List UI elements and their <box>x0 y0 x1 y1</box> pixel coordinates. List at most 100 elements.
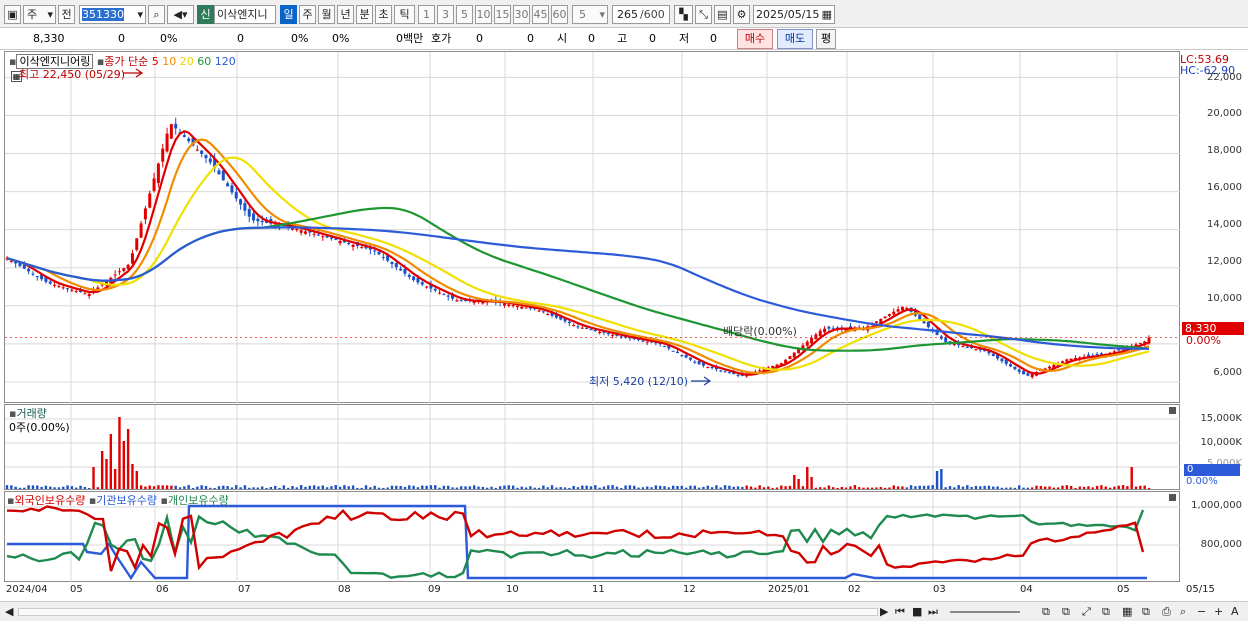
x-tick: 10 <box>506 584 519 595</box>
tool-icon[interactable]: ⤢ <box>1082 605 1091 619</box>
volume-bar <box>442 485 446 489</box>
draw-line-icon[interactable]: ⤡ <box>695 5 712 24</box>
window-menu-icon[interactable]: ▣ <box>4 5 21 24</box>
period-daily-tab[interactable]: 일 <box>280 5 297 24</box>
y-tick: 20,000 <box>1207 108 1242 119</box>
volume-bar <box>321 485 324 489</box>
scroll-right-icon[interactable]: ▶ <box>880 605 888 618</box>
interval-60-button[interactable]: 60 <box>551 5 568 24</box>
next-page-icon[interactable]: ⏭ <box>928 605 938 619</box>
font-size-icon[interactable]: A <box>1231 605 1239 618</box>
candle-body <box>312 233 316 235</box>
calendar-icon[interactable]: ▦ <box>822 6 832 23</box>
period-monthly-tab[interactable]: 월 <box>318 5 335 24</box>
price-chart-panel[interactable]: ▪ 이삭엔지니어링 ▪종가 단순 5 10 20 60 120 ▦ 최고 22,4… <box>4 51 1181 404</box>
count-input[interactable]: 265 <box>612 5 640 24</box>
legend-foreign[interactable]: 외국인보유수량 <box>14 494 85 507</box>
volume-bar <box>940 469 943 489</box>
candle-body <box>991 353 995 356</box>
layout2-icon[interactable]: ⧉ <box>1062 605 1070 619</box>
interval-10-button[interactable]: 10 <box>475 5 492 24</box>
zoom-in-icon[interactable]: + <box>1214 605 1223 618</box>
candle-body <box>1009 364 1013 367</box>
stock-type-select[interactable]: 주 ▾ <box>23 5 56 24</box>
volume-bar <box>330 486 333 489</box>
volume-bar <box>723 485 727 489</box>
interval-3-button[interactable]: 3 <box>437 5 454 24</box>
copy-icon[interactable]: ⧉ <box>1102 605 1110 619</box>
prev-button[interactable]: 전 <box>58 5 75 24</box>
horizontal-scrollbar[interactable] <box>18 608 878 616</box>
volume-bar <box>70 486 74 489</box>
period-second-tab[interactable]: 초 <box>375 5 392 24</box>
holdings-panel[interactable]: ▪외국인보유수량 ▪기관보유수량 ▪개인보유수량 <box>4 491 1181 583</box>
volume-bar <box>771 487 774 489</box>
gear-icon[interactable]: ⚙ <box>733 5 750 24</box>
price-chart[interactable] <box>5 52 1181 404</box>
speaker-icon[interactable]: ◀▾ <box>167 5 194 24</box>
stock-code-input[interactable]: 351330 ▾ <box>79 5 146 24</box>
zoom-search-icon[interactable]: ⌕ <box>1180 605 1186 619</box>
volume-bar <box>970 487 973 489</box>
volume-bar <box>1121 485 1125 489</box>
period-tick-tab[interactable]: 틱 <box>394 5 415 24</box>
grid-icon[interactable]: ▦ <box>1122 605 1132 618</box>
interval-30-button[interactable]: 30 <box>513 5 530 24</box>
volume-bar <box>503 485 506 489</box>
candle-body <box>723 371 727 373</box>
zoom-out-icon[interactable]: − <box>1197 605 1206 618</box>
print-icon[interactable]: ⎙ <box>1162 605 1171 619</box>
hold-tick: 800,000 <box>1200 539 1242 550</box>
candle-body <box>169 124 173 139</box>
buy-button[interactable]: 매수 <box>737 29 773 49</box>
save-icon[interactable]: ▤ <box>714 5 731 24</box>
volume-bar <box>931 485 934 489</box>
x-tick: 06 <box>156 584 169 595</box>
scroll-left-icon[interactable]: ◀ <box>5 605 13 618</box>
volume-bar <box>269 486 273 489</box>
legend-institution[interactable]: 기관보유수량 <box>96 494 157 507</box>
volume-chart[interactable] <box>5 405 1181 491</box>
volume-bar <box>840 486 844 489</box>
interval-1-button[interactable]: 1 <box>418 5 435 24</box>
legend-individual[interactable]: 개인보유수량 <box>168 494 229 507</box>
volume-bar <box>109 434 113 489</box>
panel-close-icon[interactable] <box>1169 407 1176 414</box>
volume-bar <box>810 477 813 489</box>
first-page-icon[interactable]: ⏮ <box>895 605 905 619</box>
volume-panel[interactable]: ▪거래량 0주(0.00%) <box>4 404 1181 491</box>
interval-15-button[interactable]: 15 <box>494 5 511 24</box>
sell-button[interactable]: 매도 <box>777 29 813 49</box>
interval-select[interactable]: 5 ▾ <box>572 5 608 24</box>
eval-button[interactable]: 평 <box>816 29 836 49</box>
crosshair-icon[interactable]: ▚ <box>674 5 693 24</box>
interval-5-button[interactable]: 5 <box>456 5 473 24</box>
volume-bar <box>209 487 212 489</box>
interval-45-button[interactable]: 45 <box>532 5 549 24</box>
candle-body <box>688 357 692 360</box>
date-input[interactable]: 2025/05/15 ▦ <box>753 5 835 24</box>
volume-bar <box>338 486 342 489</box>
volume-bar <box>139 485 143 489</box>
zoom-slider[interactable] <box>950 611 1020 613</box>
volume-bar <box>957 485 960 489</box>
period-weekly-tab[interactable]: 주 <box>299 5 316 24</box>
candle-body <box>226 183 230 187</box>
volume-bar <box>849 486 852 489</box>
window-icon[interactable]: ⧉ <box>1142 605 1150 619</box>
stock-name-field[interactable]: 이삭엔지니 <box>214 5 276 24</box>
period-minute-tab[interactable]: 분 <box>356 5 373 24</box>
period-yearly-tab[interactable]: 년 <box>337 5 354 24</box>
x-tick: 04 <box>1020 584 1033 595</box>
volume-bar <box>1113 486 1116 489</box>
volume-bar <box>901 486 904 489</box>
panel-close-icon[interactable] <box>1169 494 1176 501</box>
search-icon[interactable]: ⌕ <box>148 5 165 24</box>
candle-body <box>810 337 814 344</box>
layout-icon[interactable]: ⧉ <box>1042 605 1050 619</box>
stop-icon[interactable]: ■ <box>912 605 922 618</box>
candle-body <box>208 158 212 163</box>
candle-body <box>710 366 714 369</box>
candle-body <box>303 231 307 234</box>
volume-bar <box>857 487 861 489</box>
